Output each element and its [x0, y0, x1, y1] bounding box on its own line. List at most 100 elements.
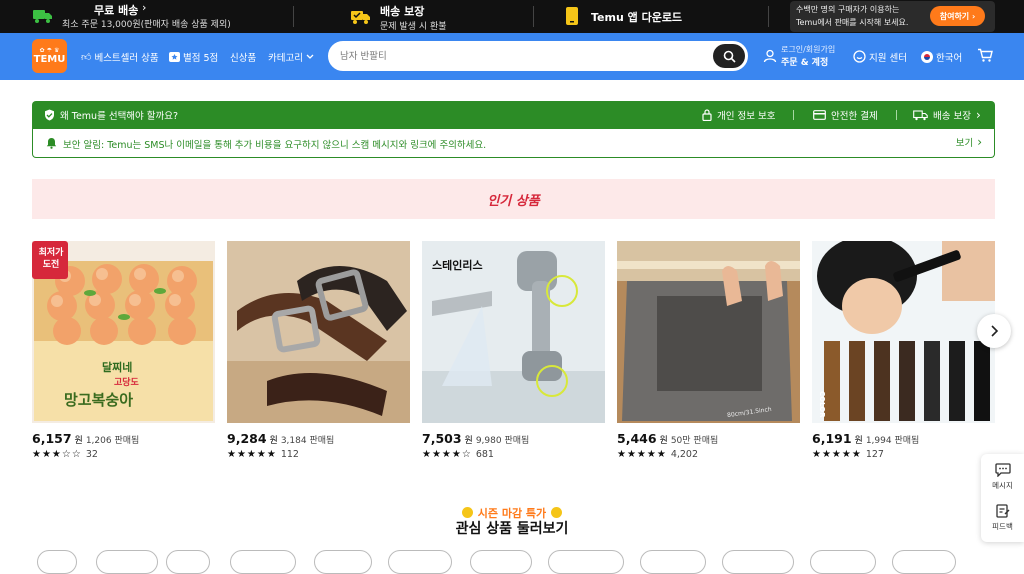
- hair-color-crayons-image: [812, 241, 995, 423]
- star-rating-icon: ★★★★★: [617, 449, 667, 460]
- category-chip[interactable]: [722, 550, 794, 574]
- truck-check-icon: [913, 109, 928, 120]
- app-download-title: Temu 앱 다운로드: [591, 11, 683, 24]
- category-chip[interactable]: [470, 550, 532, 574]
- product-price: 9,284 원 3,184 판매됨: [227, 431, 334, 446]
- price-unit: 원: [269, 436, 278, 446]
- privacy-protection: 개인 정보 보호: [702, 101, 775, 129]
- delivery-guarantee-title: 배송 보장: [380, 5, 425, 18]
- divider: [896, 110, 897, 120]
- nav-categories[interactable]: 카테고리: [268, 48, 314, 65]
- category-chip[interactable]: [96, 550, 158, 574]
- seller-promo-line2: Temu에서 판매를 시작해 보세요.: [796, 18, 909, 27]
- cart-button[interactable]: [977, 48, 993, 67]
- product-image-text: 스테인리스: [432, 259, 483, 272]
- chevron-right-icon: [990, 325, 998, 337]
- review-count: 112: [280, 449, 299, 460]
- divider: [293, 6, 294, 27]
- product-price: 6,191 원 1,994 판매됨: [812, 431, 919, 446]
- browse-section-title: 관심 상품 둘러보기: [455, 521, 569, 537]
- product-image[interactable]: COLOR: [812, 241, 995, 423]
- category-chip[interactable]: [810, 550, 876, 574]
- free-shipping-title: 무료 배송: [94, 4, 139, 17]
- language-selector[interactable]: 한국어: [921, 48, 962, 65]
- message-button[interactable]: 메시지: [981, 463, 1024, 491]
- nav-categories-label: 카테고리: [268, 52, 303, 64]
- category-chip[interactable]: [548, 550, 624, 574]
- bath-mat-image: [617, 241, 800, 423]
- account-line2: 주문 & 계정: [781, 58, 829, 68]
- product-image[interactable]: 80cm/31.5inch: [617, 241, 800, 423]
- crayon-label-text: COLOR: [818, 391, 826, 418]
- product-price: 5,446 원 50만 판매됨: [617, 431, 718, 446]
- star-rating-icon: ★★★☆☆: [32, 449, 82, 460]
- carousel-next-button[interactable]: [977, 314, 1011, 348]
- category-chip[interactable]: [388, 550, 452, 574]
- product-image[interactable]: 스테인리스: [422, 241, 605, 423]
- category-chip[interactable]: [640, 550, 706, 574]
- why-temu-bar[interactable]: 왜 Temu를 선택해야 할까요? 개인 정보 보호 안전한 결제 배송 보장 …: [32, 101, 995, 129]
- shield-check-icon: [45, 109, 54, 121]
- truck-icon: [33, 10, 52, 23]
- lock-icon: [702, 109, 712, 121]
- account-menu[interactable]: 로그인/회원가입 주문 & 계정: [763, 43, 835, 69]
- search-button[interactable]: [713, 44, 745, 68]
- product-image[interactable]: [227, 241, 410, 423]
- review-count: 4,202: [670, 449, 699, 460]
- logo-mark-icon: ✿ ☂ ♛: [39, 47, 60, 54]
- box-name-text: 망고복숭아: [64, 391, 134, 409]
- divider: [533, 6, 534, 27]
- free-shipping-subtitle: 최소 주문 13,000원(판매자 배송 상품 제외): [62, 20, 231, 30]
- chat-smile-icon: [853, 50, 866, 63]
- coin-icon: [551, 507, 563, 518]
- view-alert-link[interactable]: 보기 ›: [956, 135, 982, 149]
- chevron-right-icon: ›: [977, 135, 982, 149]
- category-chip[interactable]: [892, 550, 956, 574]
- why-temu-title-label: 왜 Temu를 선택해야 할까요?: [60, 111, 179, 122]
- seller-promo: 수백만 명의 구매자가 이용하는 Temu에서 판매를 시작해 보세요. 참여하…: [790, 1, 995, 32]
- product-image[interactable]: 최저가 도전 달찌네 고당도 망고복숭아: [32, 241, 215, 423]
- star-rating-icon: ★★★★☆: [422, 449, 472, 460]
- main-navbar: ✿ ☂ ♛ TEMU 👍︎ 베스트셀러 상품 별점 5점 신상품 카테고리 로그…: [0, 33, 1024, 80]
- why-temu-title: 왜 Temu를 선택해야 할까요?: [44, 101, 178, 129]
- category-chip[interactable]: [37, 550, 77, 574]
- category-chip[interactable]: [230, 550, 296, 574]
- temu-logo[interactable]: ✿ ☂ ♛ TEMU: [32, 39, 67, 73]
- price-unit: 원: [659, 436, 668, 446]
- divider: [793, 110, 794, 120]
- view-label: 보기: [955, 138, 974, 149]
- review-count: 681: [475, 449, 494, 460]
- nav-bestsellers[interactable]: 👍︎ 베스트셀러 상품: [81, 48, 159, 65]
- price-value: 5,446: [617, 431, 657, 446]
- nav-bestsellers-label: 베스트셀러 상품: [94, 52, 159, 64]
- delivery-guarantee-subtitle: 문제 발생 시 환불: [380, 22, 447, 32]
- join-button-label: 참여하기: [939, 11, 970, 21]
- search-input[interactable]: [340, 47, 700, 65]
- lowest-price-badge: 최저가 도전: [38, 248, 64, 270]
- price-unit: 원: [854, 436, 863, 446]
- divider: [768, 6, 769, 27]
- price-value: 6,157: [32, 431, 72, 446]
- star-rating-icon: ★★★★★: [227, 449, 277, 460]
- join-button[interactable]: 참여하기 ›: [930, 6, 985, 26]
- secure-payment-label: 안전한 결제: [831, 111, 878, 122]
- category-chip[interactable]: [166, 550, 210, 574]
- delivery-check-icon: [351, 11, 370, 24]
- price-unit: 원: [74, 436, 83, 446]
- box-brand-text: 달찌네: [102, 361, 133, 374]
- support-center[interactable]: 지원 센터: [853, 48, 907, 65]
- popular-products-banner: 인기 상품: [32, 179, 995, 219]
- logo-text: TEMU: [33, 54, 66, 65]
- nav-five-star[interactable]: 별점 5점: [169, 48, 218, 65]
- user-icon: [763, 49, 777, 63]
- product-price: 7,503 원 9,980 판매됨: [422, 431, 529, 446]
- nav-new-arrivals[interactable]: 신상품: [230, 48, 256, 65]
- box-sub-text: 고당도: [114, 378, 139, 388]
- top-promo-bar: 무료 배송 › 최소 주문 13,000원(판매자 배송 상품 제외) 배송 보…: [0, 0, 1024, 33]
- sold-count: 1,206 판매됨: [85, 436, 140, 446]
- security-alert-bar[interactable]: 보안 알림: Temu는 SMS나 이메일을 통해 추가 비용을 요구하지 않으…: [32, 129, 995, 158]
- category-chip[interactable]: [314, 550, 372, 574]
- card-icon: [813, 110, 826, 120]
- review-count: 127: [865, 449, 884, 460]
- coin-icon: [461, 507, 473, 518]
